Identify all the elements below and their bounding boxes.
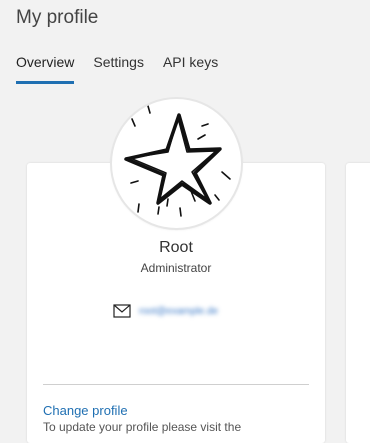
email-link[interactable]: root@example.de xyxy=(139,306,218,317)
page-title: My profile xyxy=(16,7,99,28)
divider xyxy=(43,384,309,385)
avatar xyxy=(112,99,241,228)
profile-tabs: Overview Settings API keys xyxy=(16,54,237,84)
secondary-card xyxy=(346,163,370,443)
star-drawing-icon xyxy=(124,105,231,217)
mail-icon xyxy=(113,304,131,318)
user-name: Root xyxy=(159,239,193,256)
tab-settings[interactable]: Settings xyxy=(93,54,144,84)
tab-api-keys[interactable]: API keys xyxy=(163,54,218,84)
user-role: Administrator xyxy=(140,261,212,275)
tab-overview[interactable]: Overview xyxy=(16,54,75,84)
update-profile-text: To update your profile please visit the xyxy=(43,420,242,434)
email-row: root@example.de xyxy=(113,303,218,319)
change-profile-link[interactable]: Change profile xyxy=(43,403,128,418)
